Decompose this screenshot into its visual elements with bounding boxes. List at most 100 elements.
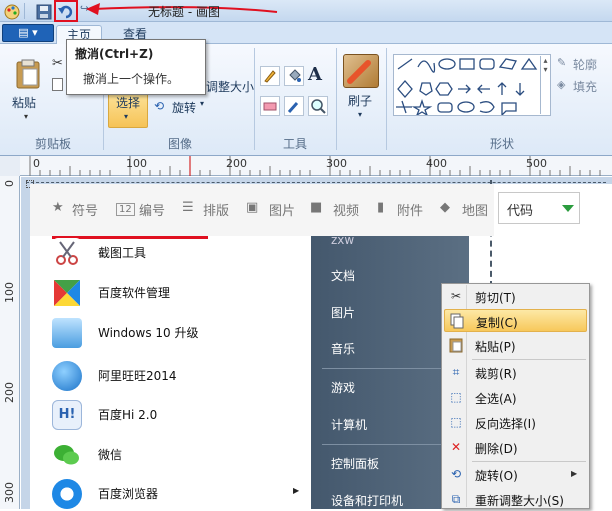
app-snipping-tool[interactable]: 截图工具: [52, 236, 307, 268]
wangwang-icon: [52, 361, 82, 391]
menu-separator: [472, 359, 586, 360]
paste-dropdown-icon[interactable]: ▾: [24, 112, 28, 121]
file-menu-button[interactable]: ▤ ▾: [2, 24, 54, 42]
select-label[interactable]: 选择: [116, 94, 140, 111]
pasted-editor-toolbar: [30, 184, 494, 236]
wechat-icon: [52, 440, 82, 470]
menu-item-resize[interactable]: ⧉ 重新调整大小(S): [444, 488, 587, 511]
brush-label[interactable]: 刷子: [348, 92, 372, 109]
cut-icon[interactable]: ✂: [52, 56, 63, 71]
rotate-icon: ⟲: [450, 467, 462, 481]
fill-bucket-icon[interactable]: [284, 66, 304, 86]
places-documents[interactable]: 文档: [331, 267, 355, 284]
places-games[interactable]: 游戏: [331, 379, 355, 396]
toolbar-image[interactable]: 图片: [269, 200, 295, 219]
app-wechat[interactable]: 微信: [52, 438, 307, 470]
resize-label[interactable]: 调整大小: [206, 78, 254, 95]
toolbar-symbol[interactable]: 符号: [72, 200, 98, 219]
app-windows10-upgrade[interactable]: Windows 10 升级: [52, 316, 307, 348]
menu-item-select-all[interactable]: ⬚ 全选(A): [444, 386, 587, 409]
submenu-arrow-icon: ▶: [293, 486, 300, 495]
app-label: 截图工具: [98, 246, 147, 260]
symbol-icon[interactable]: ★: [52, 200, 64, 215]
menu-item-label: 裁剪(R): [475, 367, 517, 381]
titlebar-separator: [24, 3, 25, 19]
magnifier-icon[interactable]: [308, 96, 328, 116]
outline-label[interactable]: 轮廓: [573, 56, 597, 73]
app-baidu-hi[interactable]: H! 百度Hi 2.0: [52, 398, 307, 430]
paste-icon[interactable]: [14, 58, 44, 93]
windows-upgrade-icon: [52, 318, 82, 348]
app-baidu-browser[interactable]: 百度浏览器: [52, 477, 307, 509]
baidu-browser-icon: [52, 479, 82, 509]
save-icon[interactable]: [34, 2, 52, 20]
places-devices-printers[interactable]: 设备和打印机: [331, 492, 403, 509]
menu-item-delete[interactable]: ✕ 删除(D): [444, 436, 587, 459]
app-label: Windows 10 升级: [98, 326, 199, 340]
places-control-panel[interactable]: 控制面板: [331, 455, 379, 472]
rotate-icon[interactable]: ⟲: [154, 99, 164, 113]
menu-item-paste[interactable]: 粘贴(P): [444, 334, 587, 357]
color-picker-icon[interactable]: [284, 96, 304, 116]
ruler-corner: [0, 156, 20, 176]
undo-button-highlight[interactable]: [54, 0, 78, 22]
rotate-dropdown-icon[interactable]: ▾: [200, 99, 204, 108]
select-dropdown-icon[interactable]: ▾: [124, 112, 128, 121]
delete-icon: ✕: [450, 440, 462, 454]
pencil-icon[interactable]: [260, 66, 280, 86]
menu-item-label: 粘贴(P): [475, 340, 516, 354]
text-tool-icon[interactable]: A: [308, 64, 322, 85]
fill-label[interactable]: 填充: [573, 78, 597, 95]
toolbar-video[interactable]: 视频: [333, 200, 359, 219]
paste-label[interactable]: 粘贴: [12, 94, 36, 111]
copy-icon[interactable]: [52, 78, 63, 91]
menu-item-label: 全选(A): [475, 392, 517, 406]
brush-icon[interactable]: [343, 54, 379, 88]
layout-icon[interactable]: ☰: [182, 200, 194, 215]
app-aliwangwang[interactable]: 阿里旺旺2014: [52, 359, 307, 391]
menu-item-label: 反向选择(I): [475, 417, 536, 431]
app-baidu-software-manager[interactable]: 百度软件管理: [52, 276, 307, 308]
menu-item-label: 复制(C): [476, 316, 518, 330]
ribbon-separator: [254, 48, 255, 150]
cut-icon: ✂: [450, 289, 462, 303]
places-pictures[interactable]: 图片: [331, 304, 355, 321]
selection-top-edge: [26, 182, 606, 183]
menu-item-copy[interactable]: 复制(C): [444, 309, 587, 332]
image-icon[interactable]: ▣: [246, 200, 258, 215]
fill-icon[interactable]: ◈: [557, 78, 565, 91]
map-icon[interactable]: ◆: [440, 200, 450, 215]
rotate-label[interactable]: 旋转: [172, 99, 196, 116]
app-label: 百度浏览器: [98, 487, 159, 501]
toolbar-number[interactable]: 编号: [139, 200, 165, 219]
ruler-h-label: 0: [33, 157, 40, 170]
shapes-scroll[interactable]: ▴ ▾: [540, 56, 550, 114]
places-computer[interactable]: 计算机: [331, 416, 367, 433]
ruler-h-label: 500: [526, 157, 547, 170]
attachment-icon[interactable]: ▮: [377, 200, 384, 215]
eraser-icon[interactable]: [260, 96, 280, 116]
number-icon[interactable]: 12: [116, 203, 135, 216]
brush-dropdown-icon[interactable]: ▾: [358, 110, 362, 119]
ruler-v-label: 100: [3, 282, 16, 303]
toolbar-layout[interactable]: 排版: [203, 200, 229, 219]
shapes-gallery[interactable]: [393, 54, 551, 117]
outline-icon[interactable]: ✎: [557, 56, 566, 69]
toolbar-attachment[interactable]: 附件: [397, 200, 423, 219]
menu-item-cut[interactable]: ✂ 剪切(T): [444, 285, 587, 308]
menu-item-invert-selection[interactable]: ⬚ 反向选择(I): [444, 411, 587, 434]
places-music[interactable]: 音乐: [331, 340, 355, 357]
toolbar-map[interactable]: 地图: [462, 200, 492, 219]
tooltip-title: 撤消(Ctrl+Z): [75, 47, 154, 61]
shapes-icons: [396, 57, 538, 117]
menu-item-crop[interactable]: ⌗ 裁剪(R): [444, 361, 587, 384]
submenu-arrow-icon: ▶: [571, 469, 578, 478]
menu-separator: [472, 461, 586, 462]
video-icon[interactable]: ■: [310, 200, 322, 215]
app-label: 阿里旺旺2014: [98, 369, 177, 383]
menu-item-rotate[interactable]: ⟲ 旋转(O): [444, 463, 587, 486]
paint-app-icon[interactable]: [2, 2, 20, 20]
places-user[interactable]: zxw: [331, 233, 354, 247]
undo-icon: [58, 5, 73, 19]
ruler-v-label: 200: [3, 382, 16, 403]
